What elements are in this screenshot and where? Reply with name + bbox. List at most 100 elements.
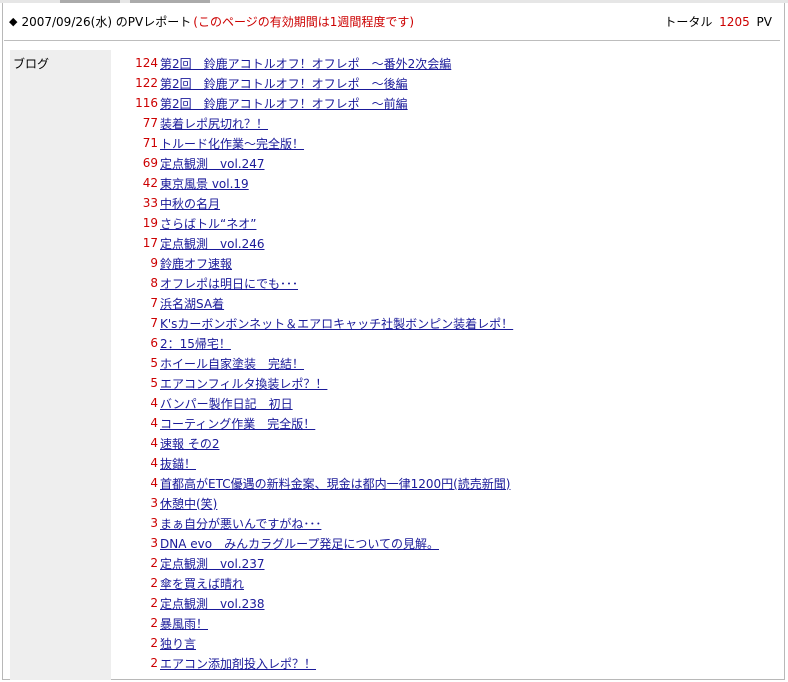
entry-title-link[interactable]: 首都高がETC優遇の新料金案、現金は都内一律1200円(読売新聞): [160, 475, 511, 492]
entry-title-link[interactable]: ホイール自家塗装 完結！: [160, 355, 304, 372]
entry-title-link[interactable]: 第2回 鈴鹿アコトルオフ！オフレポ ～番外2次会編: [160, 55, 451, 72]
category-label: ブログ: [13, 57, 50, 71]
entry-pv-count: 124: [135, 56, 158, 70]
report-date-title: 2007/09/26(水) のPVレポート: [21, 14, 192, 29]
entry-row: 4 抜錨！: [118, 453, 778, 473]
entry-pv-count: 4: [150, 456, 158, 470]
entry-row: 9 鈴鹿オフ速報: [118, 253, 778, 273]
entry-title-link[interactable]: 抜錨！: [160, 455, 196, 472]
entry-pv-count: 6: [150, 336, 158, 350]
entry-title-link[interactable]: 傘を買えば晴れ: [160, 575, 244, 592]
entry-pv-count: 3: [150, 496, 158, 510]
entry-row: 8 オフレポは明日にでも･･･: [118, 273, 778, 293]
entry-row: 4 コーティング作業 完全版！: [118, 413, 778, 433]
entry-row: 71 トルード化作業～完全版！: [118, 133, 778, 153]
entry-pv-count: 2: [150, 636, 158, 650]
entry-title-link[interactable]: 速報 その2: [160, 435, 219, 452]
entry-row: 124 第2回 鈴鹿アコトルオフ！オフレポ ～番外2次会編: [118, 53, 778, 73]
entry-pv-count: 33: [142, 196, 158, 210]
entry-pv-count: 7: [150, 316, 158, 330]
entry-title-link[interactable]: まぁ自分が悪いんですがね･･･: [160, 515, 321, 532]
entry-pv-count: 42: [142, 176, 158, 190]
entry-pv-count: 69: [142, 156, 158, 170]
entry-row: 4 首都高がETC優遇の新料金案、現金は都内一律1200円(読売新聞): [118, 473, 778, 493]
entry-pv-count: 2: [150, 576, 158, 590]
entry-title-link[interactable]: オフレポは明日にでも･･･: [160, 275, 298, 292]
entry-row: 2 定点観測 vol.237: [118, 553, 778, 573]
entry-title-link[interactable]: 第2回 鈴鹿アコトルオフ！オフレポ ～後編: [160, 75, 408, 92]
entry-pv-count: 9: [150, 256, 158, 270]
entry-pv-count: 4: [150, 436, 158, 450]
entry-pv-count: 3: [150, 536, 158, 550]
entry-list: 124 第2回 鈴鹿アコトルオフ！オフレポ ～番外2次会編 122 第2回 鈴鹿アコト…: [118, 53, 778, 673]
entry-pv-count: 4: [150, 476, 158, 490]
entry-row: 7 K'sカーボンボンネット＆エアロキャッチ社製ボンピン装着レポ！: [118, 313, 778, 333]
entry-title-link[interactable]: コーティング作業 完全版！: [160, 415, 315, 432]
entry-title-link[interactable]: バンパー製作日記 初日: [160, 395, 293, 412]
entry-title-link[interactable]: 定点観測 vol.246: [160, 235, 265, 252]
total-label: トータル: [664, 14, 713, 29]
header-divider: [4, 40, 780, 41]
entry-title-link[interactable]: 装着レポ尻切れ？！: [160, 115, 268, 132]
entry-row: 6 2：15帰宅！: [118, 333, 778, 353]
entry-pv-count: 2: [150, 556, 158, 570]
entry-pv-count: 5: [150, 356, 158, 370]
entry-title-link[interactable]: 2：15帰宅！: [160, 335, 231, 352]
diamond-bullet-icon: ◆: [9, 14, 18, 28]
entry-pv-count: 5: [150, 376, 158, 390]
entry-pv-count: 7: [150, 296, 158, 310]
entry-pv-count: 8: [150, 276, 158, 290]
entry-row: 5 エアコンフィルタ換装レポ？！: [118, 373, 778, 393]
entry-pv-count: 2: [150, 596, 158, 610]
total-unit: PV: [756, 14, 772, 29]
entry-row: 5 ホイール自家塗装 完結！: [118, 353, 778, 373]
entry-title-link[interactable]: DNA evo みんカラグループ発足についての見解。: [160, 535, 439, 552]
entry-title-link[interactable]: 鈴鹿オフ速報: [160, 255, 232, 272]
entry-title-link[interactable]: さらばトル“ネオ”: [160, 215, 256, 232]
entry-row: 3 まぁ自分が悪いんですがね･･･: [118, 513, 778, 533]
validity-notice: (このページの有効期間は1週間程度です): [193, 14, 415, 29]
entry-pv-count: 71: [142, 136, 158, 150]
entry-pv-count: 4: [150, 396, 158, 410]
entry-pv-count: 2: [150, 656, 158, 670]
entry-title-link[interactable]: 定点観測 vol.238: [160, 595, 265, 612]
entry-pv-count: 19: [142, 216, 158, 230]
entry-row: 3 DNA evo みんカラグループ発足についての見解。: [118, 533, 778, 553]
entry-title-link[interactable]: 東京風景 vol.19: [160, 175, 249, 192]
entry-title-link[interactable]: エアコン添加剤投入レポ？！: [160, 655, 316, 672]
entry-row: 2 独り言: [118, 633, 778, 653]
entry-row: 19 さらばトル“ネオ”: [118, 213, 778, 233]
entry-pv-count: 4: [150, 416, 158, 430]
entry-row: 122 第2回 鈴鹿アコトルオフ！オフレポ ～後編: [118, 73, 778, 93]
total-value: 1205: [719, 14, 750, 29]
entry-title-link[interactable]: 第2回 鈴鹿アコトルオフ！オフレポ ～前編: [160, 95, 408, 112]
entry-pv-count: 3: [150, 516, 158, 530]
category-column: ブログ: [10, 50, 111, 680]
entry-row: 3 休憩中(笑): [118, 493, 778, 513]
report-title: ◆ 2007/09/26(水) のPVレポート (このページの有効期間は1週間程…: [4, 13, 414, 30]
entry-title-link[interactable]: 定点観測 vol.237: [160, 555, 265, 572]
entry-row: 2 傘を買えば晴れ: [118, 573, 778, 593]
entry-pv-count: 17: [142, 236, 158, 250]
entry-pv-count: 77: [142, 116, 158, 130]
entry-row: 4 速報 その2: [118, 433, 778, 453]
entry-row: 17 定点観測 vol.246: [118, 233, 778, 253]
entry-row: 4 バンパー製作日記 初日: [118, 393, 778, 413]
entry-title-link[interactable]: K'sカーボンボンネット＆エアロキャッチ社製ボンピン装着レポ！: [160, 315, 513, 332]
entry-title-link[interactable]: 暴風雨！: [160, 615, 208, 632]
report-header: ◆ 2007/09/26(水) のPVレポート (このページの有効期間は1週間程…: [4, 8, 780, 34]
entry-title-link[interactable]: エアコンフィルタ換装レポ？！: [160, 375, 327, 392]
entry-row: 2 定点観測 vol.238: [118, 593, 778, 613]
entry-title-link[interactable]: 中秋の名月: [160, 195, 220, 212]
entry-title-link[interactable]: 休憩中(笑): [160, 495, 217, 512]
entry-row: 2 暴風雨！: [118, 613, 778, 633]
entry-title-link[interactable]: トルード化作業～完全版！: [160, 135, 304, 152]
entry-row: 2 エアコン添加剤投入レポ？！: [118, 653, 778, 673]
entry-title-link[interactable]: 定点観測 vol.247: [160, 155, 265, 172]
entry-row: 69 定点観測 vol.247: [118, 153, 778, 173]
entry-pv-count: 122: [135, 76, 158, 90]
entry-row: 42 東京風景 vol.19: [118, 173, 778, 193]
entry-row: 77 装着レポ尻切れ？！: [118, 113, 778, 133]
entry-title-link[interactable]: 浜名湖SA着: [160, 295, 224, 312]
entry-title-link[interactable]: 独り言: [160, 635, 196, 652]
